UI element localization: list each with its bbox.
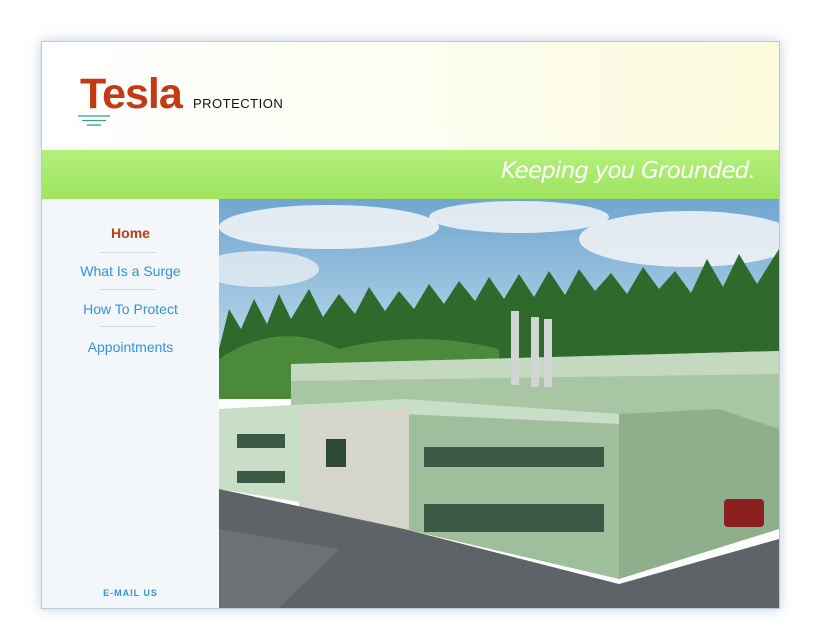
nav-divider [100, 252, 156, 253]
logo-wordmark: Tesla [80, 70, 183, 118]
header: Tesla PROTECTION [42, 42, 779, 150]
tagline: Keeping you Grounded. [501, 158, 756, 184]
nav-divider [100, 326, 156, 327]
nav-item-home[interactable]: Home [42, 225, 219, 241]
email-us-link[interactable]: E-MAIL US [42, 588, 219, 598]
nav-item-appointments[interactable]: Appointments [42, 339, 219, 355]
sidebar: Home What Is a Surge How To Protect Appo… [42, 199, 219, 608]
tagline-banner: Keeping you Grounded. [42, 150, 779, 199]
nav-item-what-is-a-surge[interactable]: What Is a Surge [42, 263, 219, 279]
hero-building-photo [219, 199, 779, 608]
page-frame: Tesla PROTECTION Keeping you Grounded. H… [41, 41, 780, 609]
nav-item-how-to-protect[interactable]: How To Protect [42, 301, 219, 317]
nav-divider [100, 289, 156, 290]
grounding-lines-icon [78, 115, 110, 126]
logo-subtitle: PROTECTION [193, 96, 284, 111]
